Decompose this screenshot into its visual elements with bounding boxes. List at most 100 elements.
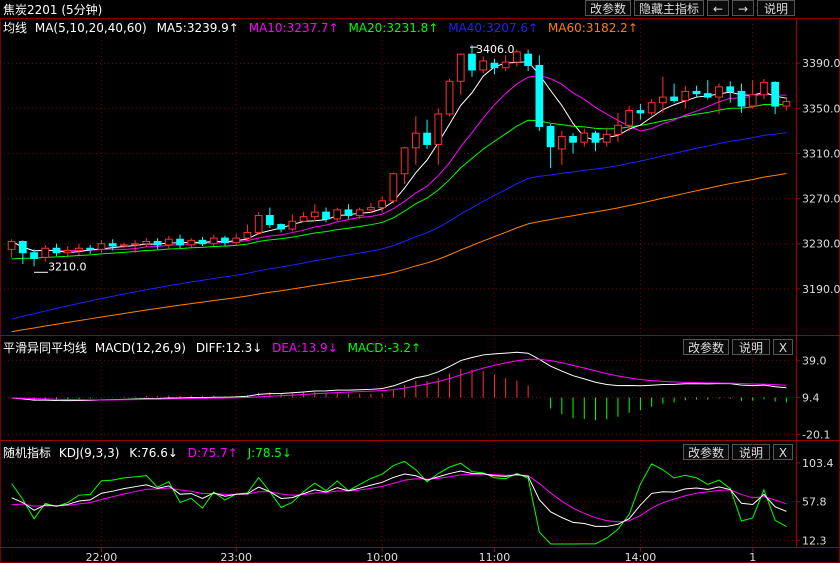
candle-body [445,80,454,115]
candle-body [411,132,420,149]
ma60-line [11,173,787,333]
candle-body [209,237,218,245]
candle-body [456,53,465,82]
y-tick-label: 3270.0 [802,193,840,206]
dea-line [11,358,787,401]
candle-body [164,238,173,246]
candle-body [782,101,791,107]
j-line [11,460,787,545]
candle-body [434,113,443,145]
candle-body [176,238,184,246]
candle-body [378,200,387,209]
candle-body [355,209,364,217]
candle-body [108,243,117,247]
k-line [11,470,787,527]
candle-body [63,250,72,254]
macd-y-tick-label: -20.1 [802,429,830,442]
high-annotation: 3406.0 [476,43,515,56]
candle-body [221,237,229,244]
candle-body [86,247,95,250]
x-tick-label: 22:00 [86,551,118,563]
candle-body [131,243,139,246]
ma40-line [11,132,787,320]
candle-body [670,96,678,101]
candle-body [524,53,532,66]
candle-body [614,124,622,135]
candle-body [647,102,656,114]
candle-body [636,110,645,114]
outer-frame [0,18,840,563]
candle-body [7,240,16,250]
candle-body [715,86,723,98]
candle-body [288,220,297,230]
ma20-line [11,103,787,260]
candle-body [299,216,308,222]
ma10-line [11,74,787,252]
candle-body [75,247,83,252]
candle-body [513,51,521,63]
candle-body [18,240,27,254]
x-tick-label: 10:00 [366,551,398,563]
y-tick-label: 3230.0 [802,238,840,251]
candle-body [535,64,544,127]
candle-body [423,132,431,145]
candle-body [30,252,38,259]
candle-body [277,224,285,230]
candle-body [153,240,162,246]
candle-body [389,173,398,202]
candle-body [659,96,667,104]
candle-body [703,93,712,98]
candle-body [501,61,510,69]
candle-body [187,239,196,246]
candle-body [52,247,61,254]
macd-y-tick-label: 9.4 [802,392,820,405]
candle-body [771,81,780,107]
macd-y-tick-label: 39.0 [802,354,827,367]
kdj-y-tick-label: 12.3 [802,534,827,547]
candle-body [490,62,499,69]
x-tick-label: 23:00 [220,551,252,563]
candle-body [322,211,330,220]
candle-body [557,136,566,150]
chart-svg: 3390.0 3350.0 3310.0 3270.0 3230.0 3190.0 3406… [0,18,840,563]
candle-body [726,86,735,92]
diff-line [11,351,787,402]
candle-body [546,125,555,148]
y-tick-label: 3350.0 [802,102,840,115]
candle-body [367,207,375,211]
candle-body [692,90,701,95]
x-tick-label: 11:00 [479,551,511,563]
x-tick-label: 1 [749,551,756,563]
candle-body [266,215,274,226]
candle-body [602,133,611,143]
candle-body [479,60,488,71]
candle-body [760,81,768,96]
low-annotation: 3210.0 [48,260,86,273]
candle-body [748,94,757,107]
kdj-y-tick-label: 57.8 [802,496,827,509]
candle-body [333,209,342,220]
candle-body [591,132,600,143]
candle-body [243,231,252,239]
candle-body [580,132,589,143]
candle-body [232,237,241,244]
candle-body [198,239,207,245]
candle-body [681,90,690,101]
y-tick-label: 3190.0 [802,283,840,296]
candle-body [97,243,106,250]
candle-body [625,110,634,126]
candle-body [344,209,353,217]
y-tick-label: 3390.0 [802,57,840,70]
candle-body [468,53,476,71]
candle-body [142,240,151,245]
d-line [11,473,787,523]
x-tick-label: 14:00 [625,551,657,563]
kdj-y-tick-label: 103.4 [802,457,834,470]
y-tick-label: 3310.0 [802,147,840,160]
candle-body [310,211,319,218]
ma5-line [11,61,787,254]
candle-body [41,247,50,258]
candle-body [569,136,577,143]
candle-body [120,244,128,247]
candle-body [400,147,409,175]
